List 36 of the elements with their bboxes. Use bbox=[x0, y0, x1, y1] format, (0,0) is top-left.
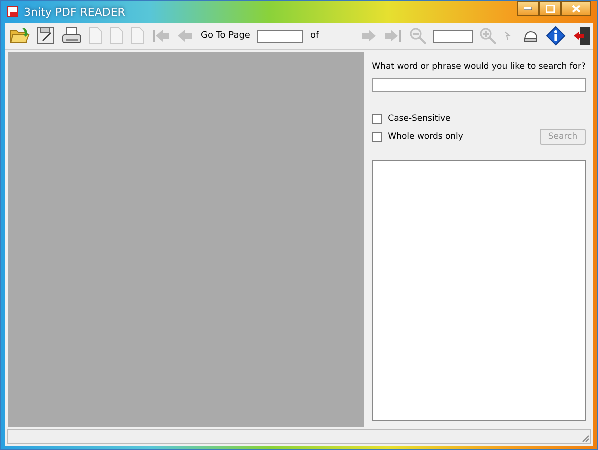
search-prompt: What word or phrase would you like to search for? bbox=[372, 62, 586, 72]
toolbar-label: Go To Page bbox=[201, 31, 250, 41]
app-logo-icon bbox=[7, 6, 19, 18]
close-icon bbox=[572, 4, 580, 12]
checkbox[interactable] bbox=[372, 114, 382, 124]
close-button[interactable] bbox=[561, 1, 591, 16]
info-icon bbox=[546, 26, 566, 46]
page-icon bbox=[110, 27, 124, 45]
printer-icon bbox=[62, 27, 82, 45]
maximize-button[interactable] bbox=[539, 1, 561, 16]
window-title: 3nity PDF READER bbox=[24, 6, 126, 18]
first-page-icon bbox=[152, 28, 170, 44]
checkbox[interactable] bbox=[372, 132, 382, 142]
toolbar-button[interactable] bbox=[36, 26, 56, 46]
checkbox-label: Whole words only bbox=[388, 132, 464, 142]
toolbar-button[interactable] bbox=[572, 25, 592, 47]
last-page-icon bbox=[384, 28, 402, 44]
toolbar-label: of bbox=[310, 31, 320, 41]
page-icon bbox=[89, 27, 103, 45]
exit-door-icon bbox=[573, 26, 592, 46]
search-field[interactable] bbox=[372, 78, 586, 92]
zoom-out-icon bbox=[409, 27, 428, 45]
checkbox-label: Case-Sensitive bbox=[388, 114, 451, 124]
resize-grip-icon bbox=[581, 434, 590, 443]
right-arrow-icon bbox=[361, 28, 378, 44]
maximize-icon bbox=[546, 4, 554, 12]
page-icon bbox=[131, 27, 145, 45]
minimize-icon bbox=[524, 7, 532, 10]
zoom-field[interactable] bbox=[433, 30, 474, 42]
zoom-in-icon bbox=[479, 27, 498, 45]
left-arrow-icon bbox=[177, 28, 193, 44]
toolbar-button[interactable] bbox=[545, 25, 568, 47]
minimize-button[interactable] bbox=[517, 1, 539, 16]
toolbar-button[interactable] bbox=[61, 26, 83, 46]
page-field[interactable] bbox=[257, 30, 304, 42]
folder-icon bbox=[10, 27, 30, 45]
